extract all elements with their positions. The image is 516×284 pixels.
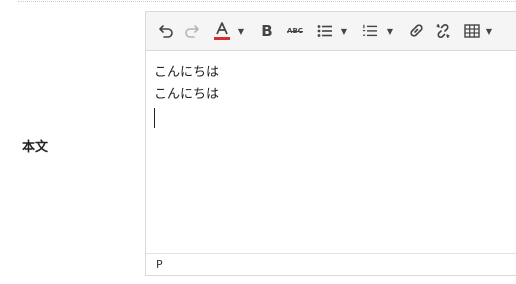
bold-icon: B [261, 22, 273, 40]
editor-toolbar: ▼ B ABC ▼ ▼ ▼ [146, 12, 516, 51]
link-icon [410, 24, 423, 37]
bold-button[interactable]: B [258, 20, 276, 42]
undo-icon [159, 25, 173, 38]
remove-link-button[interactable] [433, 20, 453, 42]
strikethrough-button[interactable]: ABC [284, 20, 306, 42]
numbered-list-icon [363, 24, 377, 37]
text-color-dropdown[interactable]: ▼ [236, 20, 246, 42]
field-label: 本文 [22, 140, 49, 155]
redo-button[interactable] [182, 20, 202, 42]
strikethrough-icon: ABC [287, 27, 303, 35]
insert-table-button[interactable] [462, 20, 482, 42]
editor-statusbar: P [146, 253, 516, 275]
insert-table-dropdown[interactable]: ▼ [484, 20, 494, 42]
section-divider [18, 1, 516, 2]
bullet-list-dropdown[interactable]: ▼ [339, 20, 349, 42]
insert-link-button[interactable] [406, 20, 426, 42]
numbered-list-dropdown[interactable]: ▼ [385, 20, 395, 42]
rich-text-editor: ▼ B ABC ▼ ▼ ▼ こんにちは こんにちは P [145, 11, 516, 276]
editor-content-area[interactable]: こんにちは こんにちは [154, 62, 516, 106]
table-icon [464, 24, 480, 38]
element-path[interactable]: P [156, 258, 163, 271]
editor-line-2: こんにちは [154, 87, 220, 102]
redo-icon [185, 25, 199, 38]
bullet-list-icon [317, 25, 332, 37]
bullet-list-button[interactable] [316, 20, 334, 42]
text-cursor [154, 108, 155, 128]
undo-button[interactable] [156, 20, 176, 42]
text-color-icon [214, 22, 230, 40]
numbered-list-button[interactable] [361, 20, 379, 42]
unlink-icon [436, 23, 450, 39]
text-color-button[interactable] [212, 20, 232, 42]
editor-line-1: こんにちは [154, 65, 220, 80]
